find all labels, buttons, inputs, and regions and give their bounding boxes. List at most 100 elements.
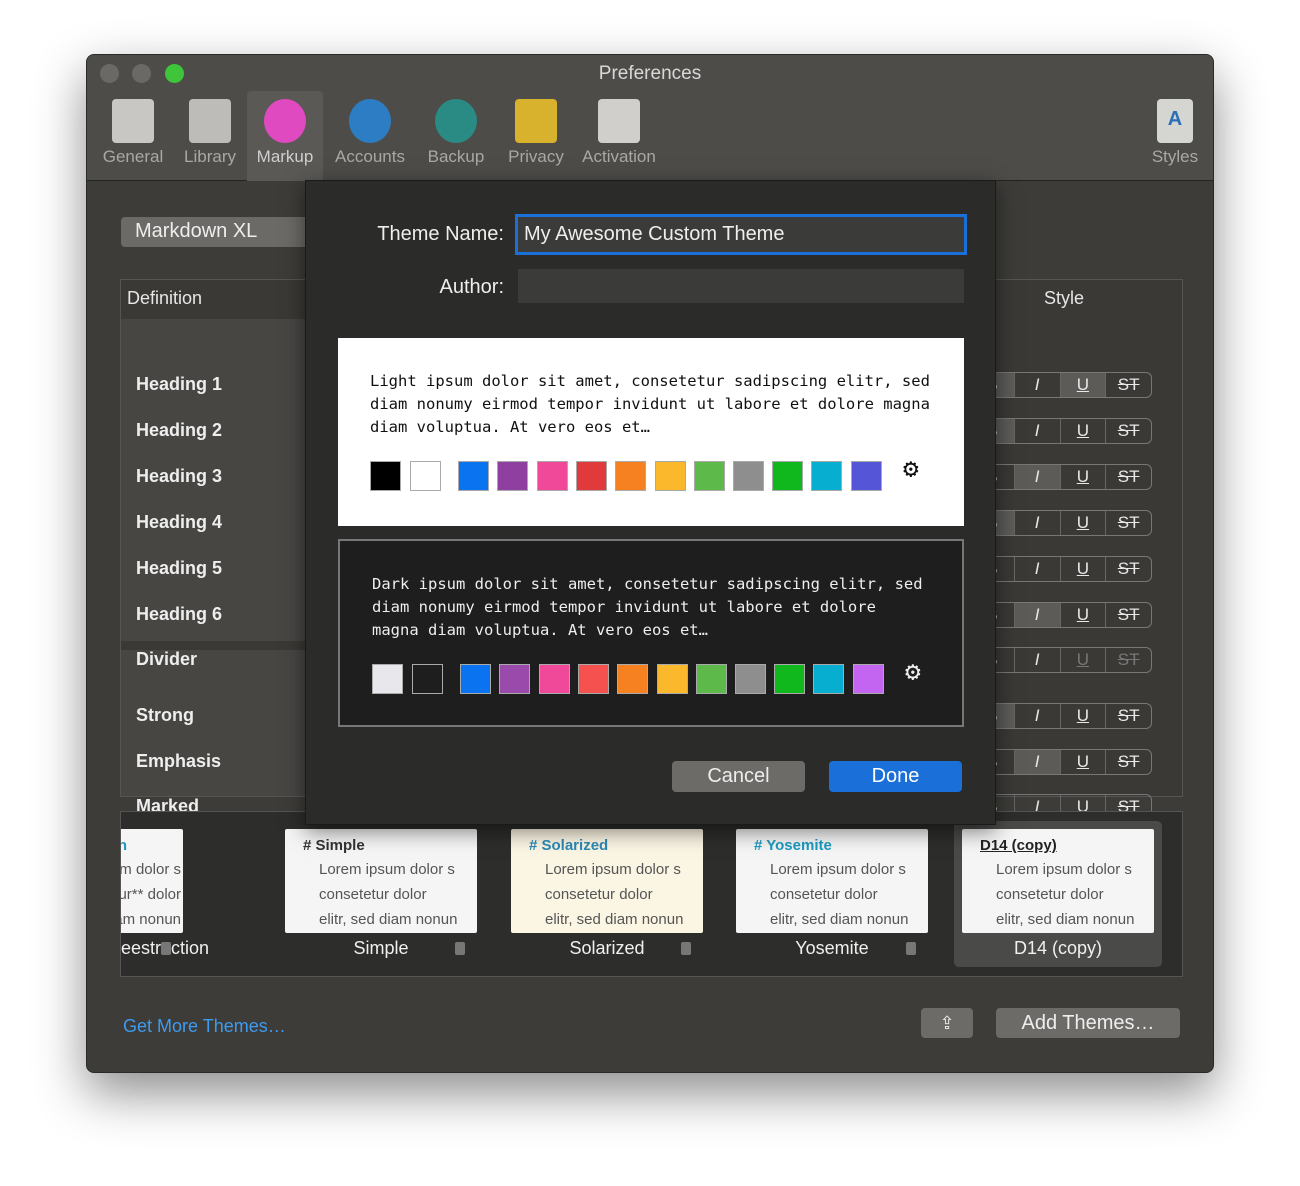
style-u-button[interactable]: U (1059, 750, 1106, 774)
color-swatch[interactable] (811, 461, 842, 491)
color-swatch[interactable] (694, 461, 725, 491)
style-i-button[interactable]: I (1013, 603, 1060, 627)
lock-icon (515, 99, 557, 143)
color-swatch[interactable] (617, 664, 648, 694)
gear-icon[interactable]: ⚙ (903, 456, 919, 482)
toolbar-accounts[interactable]: Accounts (327, 91, 413, 181)
color-swatch[interactable] (615, 461, 646, 491)
get-more-themes-link[interactable]: Get More Themes… (123, 1016, 286, 1037)
style-st-button[interactable]: ST (1105, 557, 1151, 581)
style-header: Style (1044, 288, 1085, 308)
switch-icon (112, 99, 154, 143)
theme-preview-line: Lorem ipsum dolor s (319, 861, 455, 878)
color-swatch[interactable] (578, 664, 609, 694)
share-button[interactable]: ⇪ (921, 1008, 973, 1038)
color-swatch[interactable] (774, 664, 805, 694)
style-st-button[interactable]: ST (1105, 704, 1151, 728)
theme-name: Yosemite (795, 938, 869, 958)
style-i-button[interactable]: I (1013, 704, 1060, 728)
color-swatch[interactable] (735, 664, 766, 694)
theme-card[interactable]: estraction em ipsum dolor s nsetetur** dol… (121, 829, 183, 933)
style-u-button[interactable]: U (1059, 648, 1106, 672)
color-swatch[interactable] (499, 664, 530, 694)
definition-row-label[interactable]: Heading 2 (136, 420, 222, 441)
toolbar-library[interactable]: Library (175, 91, 245, 181)
toolbar-styles[interactable]: A Styles (1145, 91, 1205, 181)
style-u-button[interactable]: U (1059, 465, 1106, 489)
definition-row-label[interactable]: Heading 3 (136, 466, 222, 487)
theme-preview-line: consetetur dolor (770, 886, 878, 903)
theme-preview-line: elitr, sed diam nonun (545, 911, 684, 928)
theme-card[interactable]: # Yosemite Lorem ipsum dolor s consetetur … (736, 829, 928, 933)
gear-icon[interactable]: ⚙ (905, 659, 921, 685)
style-st-button[interactable]: ST (1105, 603, 1151, 627)
theme-preview-heading: # Solarized (529, 837, 609, 854)
style-st-button[interactable]: ST (1105, 750, 1151, 774)
color-swatch[interactable] (813, 664, 844, 694)
author-label: Author: (439, 276, 504, 298)
style-u-button[interactable]: U (1059, 557, 1106, 581)
library-icon (189, 99, 231, 143)
toolbar-label: Markup (256, 147, 314, 166)
definition-row-label[interactable]: Emphasis (136, 751, 221, 772)
definition-row-label[interactable]: Heading 6 (136, 604, 222, 625)
theme-card[interactable]: # Solarized Lorem ipsum dolor s consetetur… (511, 829, 703, 933)
definition-row-label[interactable]: Heading 4 (136, 512, 222, 533)
definition-row-label[interactable]: Strong (136, 705, 194, 726)
toolbar-privacy[interactable]: Privacy (501, 91, 571, 181)
color-swatch[interactable] (460, 664, 491, 694)
style-i-button[interactable]: I (1013, 465, 1060, 489)
toolbar-activation[interactable]: Activation (573, 91, 665, 181)
style-st-button[interactable]: ST (1105, 419, 1151, 443)
color-swatch[interactable] (696, 664, 727, 694)
definition-row-label[interactable]: Heading 5 (136, 558, 222, 579)
lock-icon (455, 942, 465, 955)
style-st-button[interactable]: ST (1105, 465, 1151, 489)
theme-card[interactable]: # Simple Lorem ipsum dolor s consetetur do… (285, 829, 477, 933)
style-st-button[interactable]: ST (1105, 511, 1151, 535)
color-swatch[interactable] (412, 664, 443, 694)
color-swatch[interactable] (458, 461, 489, 491)
color-swatch[interactable] (576, 461, 607, 491)
color-swatch[interactable] (657, 664, 688, 694)
color-swatch[interactable] (497, 461, 528, 491)
theme-gallery[interactable]: estraction em ipsum dolor s nsetetur** dol… (120, 811, 1183, 977)
color-swatch[interactable] (772, 461, 803, 491)
toolbar-markup[interactable]: Markup (247, 91, 323, 181)
color-swatch[interactable] (370, 461, 401, 491)
toolbar-backup[interactable]: Backup (420, 91, 492, 181)
color-swatch[interactable] (410, 461, 441, 491)
color-swatch[interactable] (853, 664, 884, 694)
style-u-button[interactable]: U (1059, 704, 1106, 728)
style-u-button[interactable]: U (1059, 373, 1106, 397)
theme-name-input[interactable]: My Awesome Custom Theme (515, 214, 967, 255)
color-swatch[interactable] (372, 664, 403, 694)
color-swatch[interactable] (851, 461, 882, 491)
color-swatch[interactable] (539, 664, 570, 694)
style-i-button[interactable]: I (1013, 373, 1060, 397)
done-button[interactable]: Done (829, 761, 962, 792)
style-i-button[interactable]: I (1013, 419, 1060, 443)
style-i-button[interactable]: I (1013, 557, 1060, 581)
definition-row-label[interactable]: Divider (136, 649, 197, 670)
style-i-button[interactable]: I (1013, 511, 1060, 535)
author-input[interactable] (518, 269, 964, 303)
style-st-button[interactable]: ST (1105, 648, 1151, 672)
style-st-button[interactable]: ST (1105, 373, 1151, 397)
style-u-button[interactable]: U (1059, 511, 1106, 535)
color-swatch[interactable] (537, 461, 568, 491)
style-u-button[interactable]: U (1059, 419, 1106, 443)
definition-header: Definition (127, 288, 203, 308)
syntax-popup[interactable]: Markdown XL (121, 217, 311, 247)
style-i-button[interactable]: I (1013, 648, 1060, 672)
color-swatch[interactable] (655, 461, 686, 491)
add-themes-button[interactable]: Add Themes… (996, 1008, 1180, 1038)
cancel-button[interactable]: Cancel (672, 761, 805, 792)
style-i-button[interactable]: I (1013, 750, 1060, 774)
style-u-button[interactable]: U (1059, 603, 1106, 627)
theme-preview-line: consetetur dolor (545, 886, 653, 903)
color-swatch[interactable] (733, 461, 764, 491)
toolbar-general[interactable]: General (95, 91, 171, 181)
theme-card[interactable]: D14 (copy) Lorem ipsum dolor s consetetur … (962, 829, 1154, 933)
definition-row-label[interactable]: Heading 1 (136, 374, 222, 395)
